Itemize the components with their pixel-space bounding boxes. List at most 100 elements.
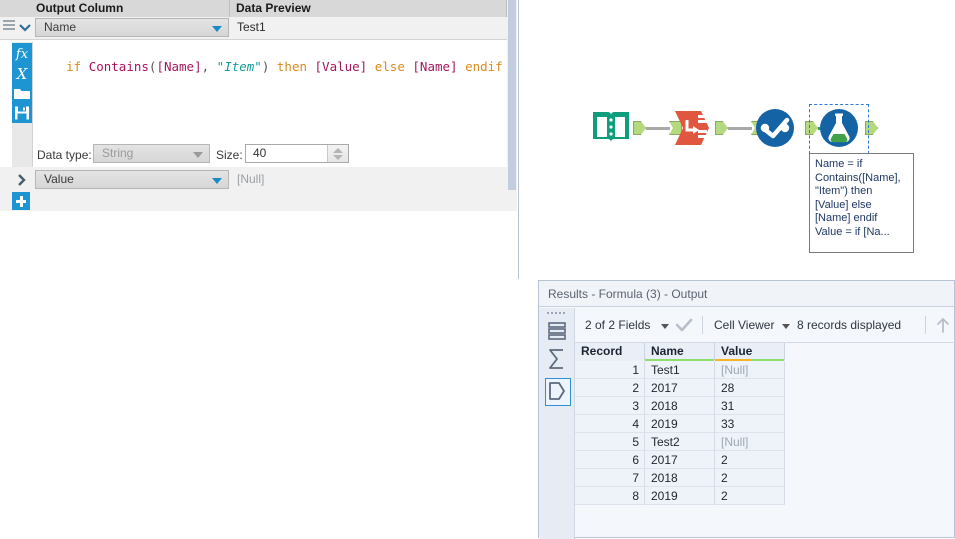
cell-record[interactable]: 6 xyxy=(575,451,645,469)
column-header-name[interactable]: Name xyxy=(645,343,715,360)
cell-record[interactable]: 8 xyxy=(575,487,645,505)
results-toolbar: 2 of 2 Fields Cell Viewer 8 records disp… xyxy=(575,308,955,343)
cell-viewer-chevron-down-icon[interactable] xyxy=(782,324,790,329)
save-icon[interactable] xyxy=(12,103,32,123)
chevron-right-icon[interactable] xyxy=(14,172,30,188)
chevron-down-icon xyxy=(193,152,203,158)
summary-sigma-icon[interactable] xyxy=(545,346,569,372)
table-row[interactable]: 1 Test1 [Null] xyxy=(575,361,785,379)
table-row[interactable]: 6 2017 2 xyxy=(575,451,785,469)
header-divider xyxy=(229,0,230,17)
fields-count-label[interactable]: 2 of 2 Fields xyxy=(585,308,650,342)
cell-name[interactable]: 2019 xyxy=(645,487,715,505)
cell-record[interactable]: 4 xyxy=(575,415,645,433)
row-drag-handle-icon[interactable] xyxy=(3,20,15,33)
cell-record[interactable]: 2 xyxy=(575,379,645,397)
fields-check-icon[interactable] xyxy=(675,318,693,335)
data-preview-value-2: [Null] xyxy=(237,172,265,186)
select-tool[interactable] xyxy=(753,108,797,151)
stepper-up-icon[interactable] xyxy=(333,148,343,153)
size-value: 40 xyxy=(253,146,267,160)
add-row-strip xyxy=(0,189,517,211)
formula-tool[interactable] xyxy=(817,108,861,151)
annotation-line-5: [Name] endif xyxy=(815,212,878,224)
open-folder-icon[interactable] xyxy=(12,83,32,103)
svg-text:X: X xyxy=(16,65,29,83)
cell-name[interactable]: 2019 xyxy=(645,415,715,433)
variable-x-icon[interactable]: X xyxy=(12,63,32,83)
cell-value[interactable]: 2 xyxy=(715,469,785,487)
cell-record[interactable]: 1 xyxy=(575,361,645,379)
cell-viewer-label[interactable]: Cell Viewer xyxy=(714,308,774,342)
svg-text:fx: fx xyxy=(15,47,29,62)
annotation-line-3: "Item") then xyxy=(815,185,873,197)
rail-grip-icon[interactable] xyxy=(547,312,567,316)
table-row[interactable]: 2 2017 28 xyxy=(575,379,785,397)
data-type-label: Data type: xyxy=(37,148,92,162)
fx-icon[interactable]: fx xyxy=(12,43,32,63)
data-type-value: String xyxy=(102,146,134,160)
cell-value[interactable]: [Null] xyxy=(715,433,785,451)
cell-value[interactable]: 33 xyxy=(715,415,785,433)
config-scrollbar-thumb[interactable] xyxy=(508,0,516,190)
config-grid-header: Output Column Data Preview xyxy=(0,0,517,18)
workflow-canvas[interactable]: Name = if Contains([Name], "Item") then … xyxy=(518,0,955,279)
add-formula-row-button[interactable] xyxy=(12,192,30,210)
cell-record[interactable]: 7 xyxy=(575,469,645,487)
data-type-dropdown[interactable]: String xyxy=(93,144,210,163)
stepper-buttons[interactable] xyxy=(327,145,348,162)
column-header-value[interactable]: Value xyxy=(715,343,785,360)
cell-value[interactable]: 2 xyxy=(715,487,785,505)
cell-name[interactable]: Test1 xyxy=(645,361,715,379)
results-table-body: 1 Test1 [Null] 2 2017 28 3 2018 31 4 2019 33 5 Test2[… xyxy=(575,361,785,505)
formula-expression-1[interactable]: if Contains([Name], "Item") then [Value]… xyxy=(36,44,503,89)
scroll-up-icon[interactable] xyxy=(935,317,951,337)
header-data-preview: Data Preview xyxy=(236,0,506,17)
cell-record[interactable]: 3 xyxy=(575,397,645,415)
output-column-dropdown-2[interactable]: Value xyxy=(35,170,229,189)
fields-chevron-down-icon[interactable] xyxy=(661,324,669,329)
cell-name[interactable]: 2018 xyxy=(645,469,715,487)
transpose-tool[interactable] xyxy=(671,108,715,151)
table-row[interactable]: 4 2019 33 xyxy=(575,415,785,433)
data-preview-value-1: Test1 xyxy=(237,20,266,34)
cell-name[interactable]: 2018 xyxy=(645,397,715,415)
cell-value[interactable]: 31 xyxy=(715,397,785,415)
cell-value[interactable]: 2 xyxy=(715,451,785,469)
formula-configuration-panel: Output Column Data Preview Name Test1 fx xyxy=(0,0,517,538)
results-panel: Results - Formula (3) - Output 2 of 2 Fi… xyxy=(538,280,955,539)
chevron-down-icon xyxy=(212,178,222,184)
cell-name[interactable]: Test2 xyxy=(645,433,715,451)
config-scrollbar[interactable] xyxy=(507,0,517,190)
connector-1[interactable] xyxy=(646,127,670,130)
stepper-down-icon[interactable] xyxy=(333,155,343,160)
table-row[interactable]: 7 2018 2 xyxy=(575,469,785,487)
formula-tool-annotation: Name = if Contains([Name], "Item") then … xyxy=(809,153,914,253)
data-shape-icon[interactable] xyxy=(545,378,571,406)
cell-name[interactable]: 2017 xyxy=(645,379,715,397)
annotation-line-4: [Value] else xyxy=(815,198,872,211)
transpose-output-anchor[interactable] xyxy=(715,121,728,135)
table-view-icon[interactable] xyxy=(545,318,569,344)
table-row[interactable]: 3 2018 31 xyxy=(575,397,785,415)
table-row[interactable]: 8 2019 2 xyxy=(575,487,785,505)
input-data-tool[interactable] xyxy=(589,108,633,151)
header-output-column: Output Column xyxy=(36,0,228,17)
input-output-anchor[interactable] xyxy=(633,121,646,135)
cell-value[interactable]: [Null] xyxy=(715,361,785,379)
size-stepper[interactable]: 40 xyxy=(245,144,349,163)
table-row[interactable]: 5 Test2 [Null] xyxy=(575,433,785,451)
records-displayed-label: 8 records displayed xyxy=(797,318,902,332)
cell-record[interactable]: 5 xyxy=(575,433,645,451)
cell-name[interactable]: 2017 xyxy=(645,451,715,469)
cell-value[interactable]: 28 xyxy=(715,379,785,397)
results-table: Record Name Value 1 Test1 [Null] 2 2017 28 3 20… xyxy=(575,343,785,505)
chevron-down-icon[interactable] xyxy=(17,20,33,35)
annotation-line-6: Value = if [Na... xyxy=(815,225,890,238)
output-column-dropdown-1[interactable]: Name xyxy=(35,18,229,37)
output-column-value-2: Value xyxy=(44,172,74,186)
toolbar-divider-2 xyxy=(925,316,926,334)
results-view-rail xyxy=(539,308,575,539)
column-header-record[interactable]: Record xyxy=(575,343,645,360)
connector-2[interactable] xyxy=(728,127,752,130)
